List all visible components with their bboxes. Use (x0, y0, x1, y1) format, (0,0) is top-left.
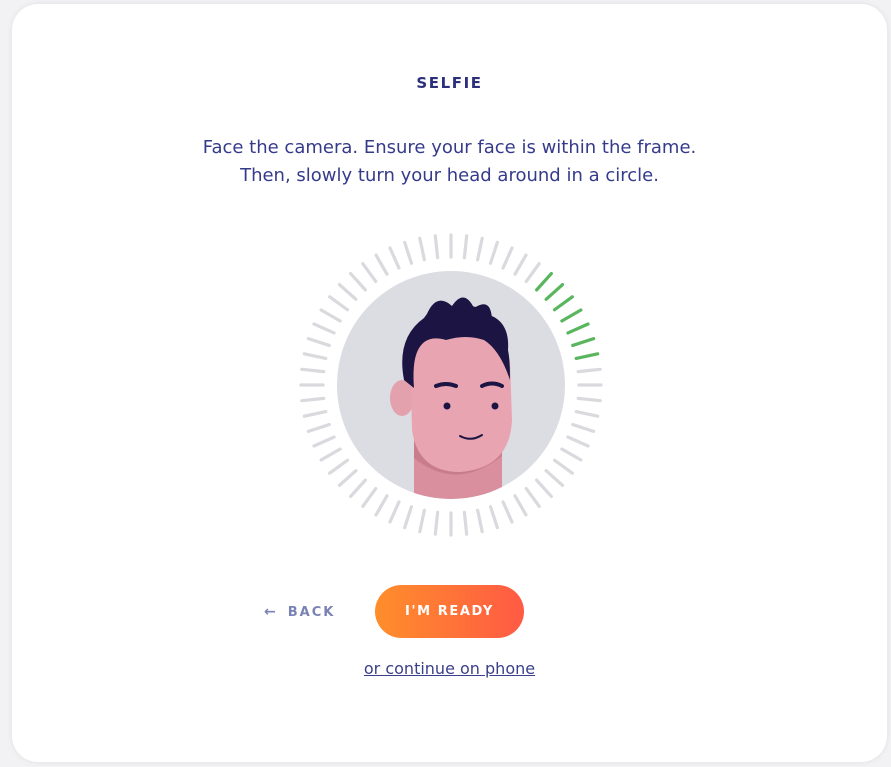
progress-tick-active (574, 352, 600, 360)
progress-tick (349, 478, 367, 499)
progress-tick-active (571, 337, 596, 348)
ready-label: I'M READY (405, 604, 494, 619)
avatar-right-eye (491, 402, 499, 410)
progress-tick-active (544, 283, 565, 301)
progress-tick (488, 505, 499, 530)
progress-tick (513, 253, 528, 276)
progress-tick (300, 367, 326, 374)
progress-tick (476, 236, 484, 262)
progress-tick (337, 469, 358, 487)
progress-tick (403, 240, 414, 265)
progress-tick (574, 410, 600, 418)
progress-tick (418, 236, 426, 262)
progress-tick (462, 234, 469, 260)
progress-tick (319, 447, 342, 462)
progress-tick (544, 469, 565, 487)
instruction-line-2: Then, slowly turn your head around in a … (240, 165, 659, 186)
progress-tick (524, 262, 541, 284)
progress-tick (328, 295, 350, 312)
selfie-illustration (299, 233, 603, 537)
progress-tick (560, 447, 583, 462)
progress-tick (524, 486, 541, 508)
progress-tick (302, 352, 328, 360)
progress-tick (501, 246, 514, 270)
back-label: BACK (287, 604, 336, 620)
avatar-left-eyebrow (434, 382, 458, 388)
progress-tick (349, 271, 367, 292)
progress-tick (576, 396, 602, 403)
progress-tick (312, 322, 336, 335)
progress-tick (433, 234, 440, 260)
progress-tick (361, 486, 378, 508)
progress-tick (433, 510, 440, 536)
avatar-ear (390, 380, 414, 416)
progress-tick (300, 396, 326, 403)
continue-on-phone: or continue on phone (12, 659, 887, 678)
back-button[interactable]: ← BACK (264, 599, 335, 625)
progress-tick (571, 422, 596, 433)
progress-tick (312, 435, 336, 448)
progress-tick (403, 505, 414, 530)
continue-on-phone-link[interactable]: or continue on phone (364, 659, 535, 678)
progress-tick (302, 410, 328, 418)
progress-tick (462, 510, 469, 536)
progress-tick (501, 500, 514, 524)
progress-tick-active (566, 322, 590, 335)
progress-tick (328, 458, 350, 475)
progress-tick (552, 458, 574, 475)
progress-tick (488, 240, 499, 265)
progress-tick (513, 494, 528, 517)
arrow-left-icon: ← (264, 604, 276, 620)
progress-tick (306, 422, 331, 433)
progress-tick (319, 308, 342, 323)
im-ready-button[interactable]: I'M READY (375, 585, 524, 638)
progress-tick (476, 508, 484, 534)
progress-tick (418, 508, 426, 534)
progress-tick-active (560, 308, 583, 323)
instruction-line-1: Face the camera. Ensure your face is wit… (202, 137, 697, 158)
page-title: SELFIE (416, 74, 483, 92)
progress-tick (388, 500, 401, 524)
avatar-left-eye (443, 402, 451, 410)
progress-tick (361, 262, 378, 284)
progress-tick (374, 494, 389, 517)
action-row: ← BACK I'M READY (12, 585, 887, 641)
progress-tick (388, 246, 401, 270)
progress-tick (566, 435, 590, 448)
progress-tick (535, 478, 553, 499)
progress-tick-active (535, 271, 553, 292)
selfie-card: SELFIE Face the camera. Ensure your face… (12, 4, 887, 762)
progress-tick (306, 337, 331, 348)
progress-tick (374, 253, 389, 276)
progress-tick (576, 367, 602, 374)
progress-tick (337, 283, 358, 301)
instructions: Face the camera. Ensure your face is wit… (12, 134, 887, 190)
progress-tick-active (552, 295, 574, 312)
